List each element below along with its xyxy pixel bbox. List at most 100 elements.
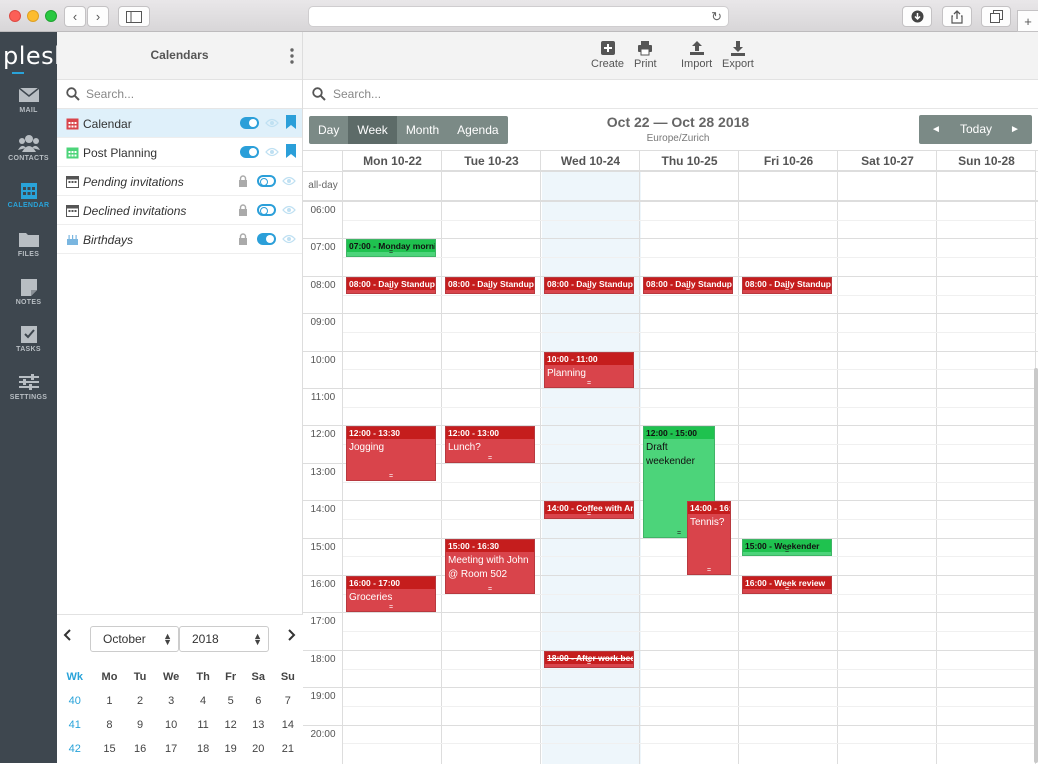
calendars-search[interactable]: Search... bbox=[57, 80, 302, 109]
downloads-button[interactable] bbox=[902, 6, 932, 27]
address-bar[interactable]: ↻ bbox=[308, 6, 729, 27]
mini-calendar-day[interactable]: 13 bbox=[244, 713, 273, 737]
mini-calendar-day[interactable]: 6 bbox=[244, 689, 273, 713]
calendar-event[interactable]: 12:00 - 13:00 Lunch? = bbox=[445, 426, 535, 463]
mini-calendar-day[interactable]: 16 bbox=[127, 737, 154, 761]
resize-handle[interactable]: = bbox=[545, 660, 633, 667]
eye-icon[interactable] bbox=[282, 205, 296, 215]
calendar-item-pending-invitations[interactable]: Pending invitations bbox=[57, 167, 302, 196]
calendar-event[interactable]: 08:00 - Daily Standup = bbox=[346, 276, 436, 295]
resize-handle[interactable]: = bbox=[743, 286, 831, 293]
visibility-toggle[interactable] bbox=[257, 233, 276, 245]
export-button[interactable]: Export bbox=[722, 40, 754, 70]
new-tab-button[interactable]: + bbox=[1017, 10, 1038, 32]
create-button[interactable]: Create bbox=[591, 40, 624, 70]
nav-calendar[interactable]: CALENDAR bbox=[0, 181, 57, 209]
nav-mail[interactable]: MAIL bbox=[0, 86, 57, 114]
calendar-event[interactable]: 15:00 - Weekender = bbox=[742, 538, 832, 557]
resize-handle[interactable]: = bbox=[446, 286, 534, 293]
calendar-event[interactable]: 18:00 - After work beer = bbox=[544, 650, 634, 669]
view-week-button[interactable]: Week bbox=[348, 116, 397, 144]
mini-calendar-day[interactable]: 21 bbox=[273, 737, 303, 761]
mini-calendar-day[interactable]: 15 bbox=[92, 737, 126, 761]
sidebar-toggle-button[interactable] bbox=[118, 6, 150, 27]
day-header[interactable]: Sat 10-27 bbox=[838, 151, 937, 171]
mini-calendar-day[interactable]: 17 bbox=[154, 737, 189, 761]
calendar-event[interactable]: 07:00 - Monday mornin = bbox=[346, 239, 436, 258]
import-button[interactable]: Import bbox=[681, 40, 712, 70]
minimize-window-button[interactable] bbox=[27, 10, 39, 22]
today-button[interactable]: Today bbox=[960, 122, 992, 136]
calendar-event[interactable]: 14:00 - 16: Tennis? = bbox=[687, 501, 731, 575]
eye-icon[interactable] bbox=[265, 147, 279, 157]
mini-calendar-day[interactable]: 20 bbox=[244, 737, 273, 761]
mini-calendar-day[interactable]: 18 bbox=[189, 737, 218, 761]
calendars-search-input[interactable]: Search... bbox=[86, 87, 134, 101]
bookmark-icon[interactable] bbox=[286, 115, 296, 129]
eye-icon[interactable] bbox=[282, 234, 296, 244]
view-agenda-button[interactable]: Agenda bbox=[448, 116, 507, 144]
calendar-event[interactable]: 08:00 - Daily Standup = bbox=[643, 276, 733, 295]
back-button[interactable]: ‹ bbox=[64, 6, 86, 27]
nav-settings[interactable]: SETTINGS bbox=[0, 373, 57, 401]
day-header[interactable]: Thu 10-25 bbox=[640, 151, 739, 171]
calendar-item-calendar[interactable]: Calendar bbox=[57, 109, 302, 138]
print-button[interactable]: Print bbox=[634, 40, 657, 70]
forward-button[interactable]: › bbox=[87, 6, 109, 27]
resize-handle[interactable]: = bbox=[347, 249, 435, 256]
resize-handle[interactable]: = bbox=[688, 567, 730, 574]
nav-files[interactable]: FILES bbox=[0, 230, 57, 258]
resize-handle[interactable]: = bbox=[644, 286, 732, 293]
day-header[interactable]: Wed 10-24 bbox=[541, 151, 640, 171]
day-header[interactable]: Fri 10-26 bbox=[739, 151, 838, 171]
day-header[interactable]: Mon 10-22 bbox=[343, 151, 442, 171]
next-month-icon[interactable] bbox=[288, 628, 296, 644]
resize-handle[interactable]: = bbox=[545, 286, 633, 293]
calendar-event[interactable]: 08:00 - Daily Standup = bbox=[445, 276, 535, 295]
bookmark-icon[interactable] bbox=[286, 144, 296, 158]
resize-handle[interactable]: = bbox=[347, 286, 435, 293]
day-header[interactable]: Tue 10-23 bbox=[442, 151, 541, 171]
resize-handle[interactable]: = bbox=[347, 473, 435, 480]
reload-icon[interactable]: ↻ bbox=[711, 9, 722, 25]
view-month-button[interactable]: Month bbox=[397, 116, 448, 144]
mini-calendar-day[interactable]: 9 bbox=[127, 713, 154, 737]
week-number[interactable]: 40 bbox=[57, 689, 92, 713]
visibility-toggle[interactable] bbox=[257, 204, 276, 216]
resize-handle[interactable]: = bbox=[743, 586, 831, 593]
month-select[interactable]: October ▲ ▼ bbox=[90, 626, 179, 652]
events-search-input[interactable]: Search... bbox=[333, 87, 381, 101]
calendar-event[interactable]: 16:00 - Week review = bbox=[742, 576, 832, 594]
mini-calendar-day[interactable]: 5 bbox=[218, 689, 244, 713]
mini-calendar-day[interactable]: 8 bbox=[92, 713, 126, 737]
resize-handle[interactable]: = bbox=[347, 604, 435, 611]
calendar-event[interactable]: 12:00 - 13:30 Jogging = bbox=[346, 426, 436, 482]
mini-calendar-day[interactable]: 19 bbox=[218, 737, 244, 761]
close-window-button[interactable] bbox=[9, 10, 21, 22]
resize-handle[interactable]: = bbox=[446, 455, 534, 462]
prev-week-button[interactable]: ◄ bbox=[931, 124, 941, 135]
resize-handle[interactable]: = bbox=[545, 380, 633, 387]
mini-calendar-day[interactable]: 4 bbox=[189, 689, 218, 713]
tabs-button[interactable] bbox=[981, 6, 1011, 27]
mini-calendar-day[interactable]: 12 bbox=[218, 713, 244, 737]
next-week-button[interactable]: ► bbox=[1010, 124, 1020, 135]
day-header[interactable]: Sun 10-28 bbox=[937, 151, 1036, 171]
calendar-event[interactable]: 16:00 - 17:00 Groceries = bbox=[346, 576, 436, 613]
calendar-event[interactable]: 08:00 - Daily Standup = bbox=[544, 276, 634, 295]
mini-calendar-day[interactable]: 10 bbox=[154, 713, 189, 737]
prev-month-icon[interactable] bbox=[63, 628, 71, 644]
share-button[interactable] bbox=[942, 6, 972, 27]
visibility-toggle[interactable] bbox=[257, 175, 276, 187]
visibility-toggle[interactable] bbox=[240, 146, 259, 158]
view-day-button[interactable]: Day bbox=[309, 116, 348, 144]
calendar-item-birthdays[interactable]: Birthdays bbox=[57, 225, 302, 254]
mini-calendar-day[interactable]: 14 bbox=[273, 713, 303, 737]
calendar-item-declined-invitations[interactable]: Declined invitations bbox=[57, 196, 302, 225]
mini-calendar-day[interactable]: 7 bbox=[273, 689, 303, 713]
eye-icon[interactable] bbox=[282, 176, 296, 186]
mini-calendar-day[interactable]: 1 bbox=[92, 689, 126, 713]
nav-contacts[interactable]: CONTACTS bbox=[0, 134, 57, 162]
resize-handle[interactable]: = bbox=[545, 511, 633, 518]
week-number[interactable]: 42 bbox=[57, 737, 92, 761]
